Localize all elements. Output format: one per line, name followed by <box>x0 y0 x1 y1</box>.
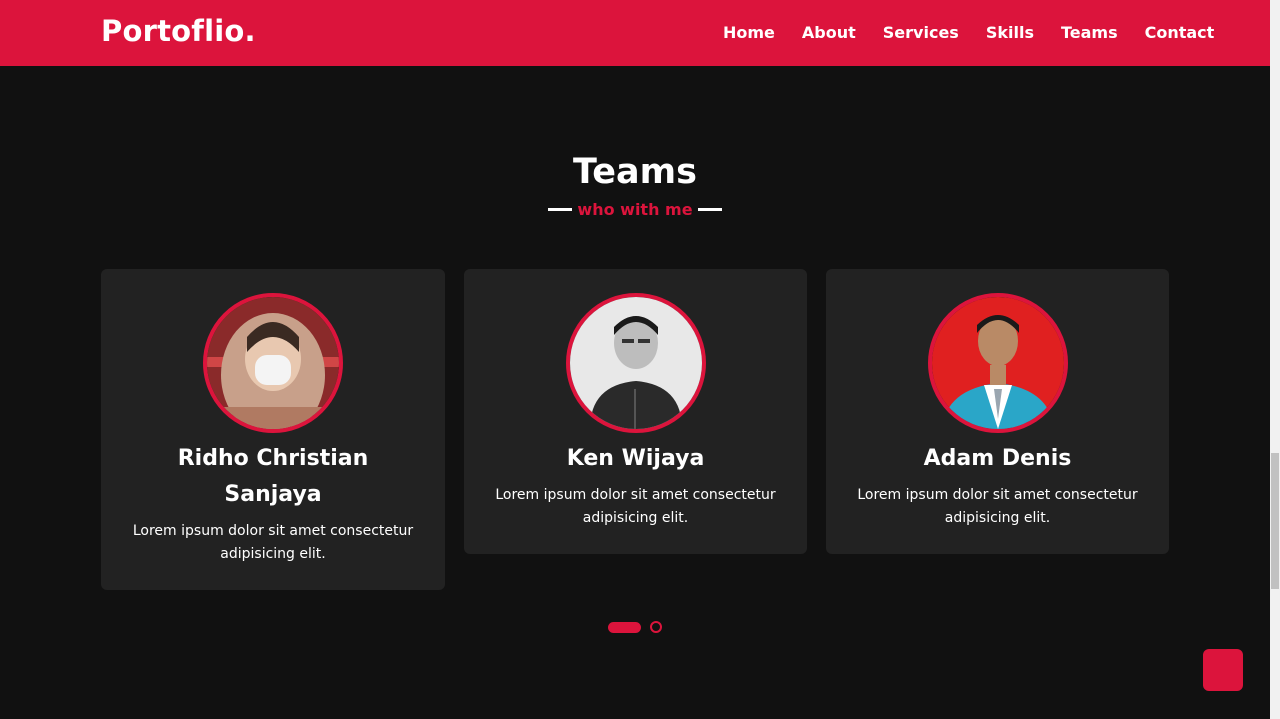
member-avatar <box>203 293 343 433</box>
nav-item-home[interactable]: Home <box>723 23 775 42</box>
nav-item-contact[interactable]: Contact <box>1145 23 1215 42</box>
member-description: Lorem ipsum dolor sit amet consectetur a… <box>132 523 414 562</box>
carousel-dot[interactable] <box>650 621 662 633</box>
carousel-pagination <box>608 621 662 633</box>
nav-item-teams[interactable]: Teams <box>1061 23 1118 42</box>
navbar: Portoflio. Home About Services Skills Te… <box>0 0 1270 66</box>
person-photo-icon <box>931 297 1064 429</box>
teams-section: Teams who with me Ridho Christian Sanjay… <box>0 66 1270 719</box>
carousel-dot-active[interactable] <box>608 621 641 633</box>
scroll-to-top-button[interactable] <box>1203 649 1243 691</box>
subtitle-right-line <box>697 208 722 211</box>
team-card: Ridho Christian Sanjaya Lorem ipsum dolo… <box>101 269 445 590</box>
page-scrollbar[interactable] <box>1270 0 1280 719</box>
nav-item-skills[interactable]: Skills <box>986 23 1034 42</box>
nav-menu: Home About Services Skills Teams Contact <box>723 23 1214 42</box>
person-photo-icon <box>207 297 339 429</box>
member-name: Adam Denis <box>923 446 1072 471</box>
subtitle-left-line <box>548 208 573 211</box>
section-title: Teams <box>573 152 697 192</box>
member-description: Lorem ipsum dolor sit amet consectetur a… <box>857 487 1138 526</box>
section-subtitle: who with me <box>0 200 1270 219</box>
person-photo-icon <box>569 297 702 429</box>
subtitle-text: who with me <box>577 200 693 219</box>
nav-item-about[interactable]: About <box>802 23 856 42</box>
member-description: Lorem ipsum dolor sit amet consectetur a… <box>495 487 776 526</box>
nav-item-services[interactable]: Services <box>883 23 959 42</box>
scrollbar-thumb[interactable] <box>1271 453 1279 589</box>
site-logo[interactable]: Portoflio. <box>101 14 256 48</box>
team-card: Ken Wijaya Lorem ipsum dolor sit amet co… <box>464 269 807 554</box>
member-avatar <box>927 293 1068 433</box>
team-card: Adam Denis Lorem ipsum dolor sit amet co… <box>826 269 1169 554</box>
member-name: Ridho Christian Sanjaya <box>177 446 369 507</box>
member-avatar <box>565 293 706 433</box>
member-name: Ken Wijaya <box>566 446 705 471</box>
